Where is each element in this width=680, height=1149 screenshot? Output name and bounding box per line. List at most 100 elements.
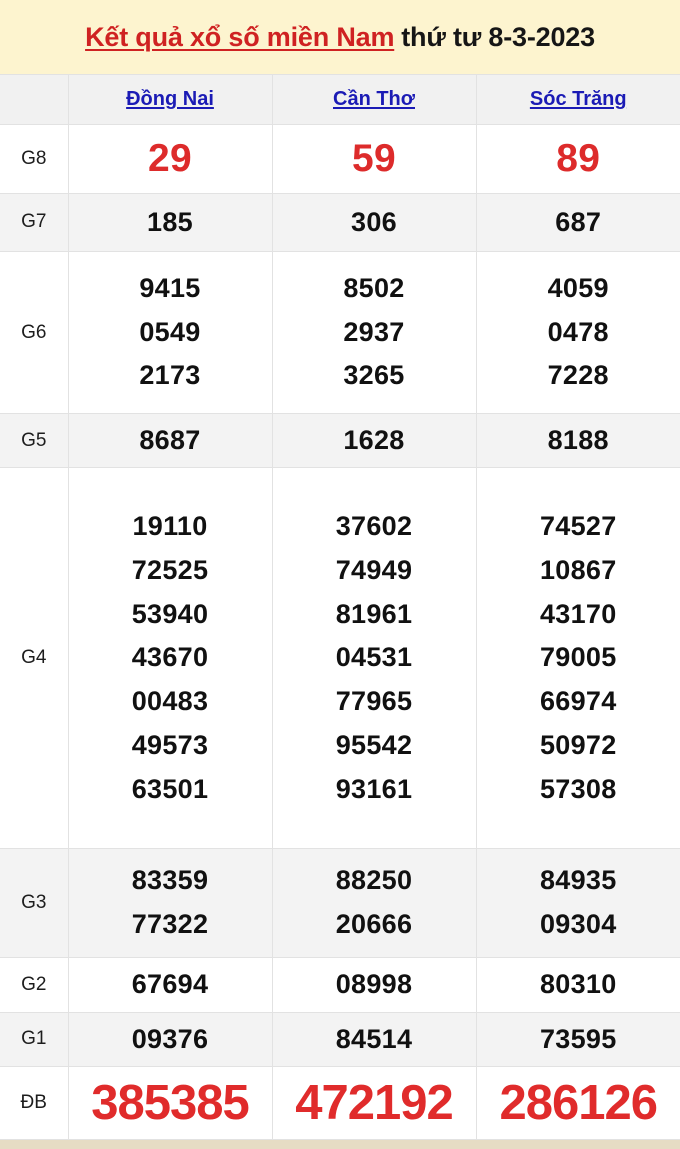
- prize-cell-g1-cantho: 84514: [271, 1011, 477, 1068]
- prize-number: 0478: [547, 316, 609, 347]
- prize-cell-g4-dongnai: 19110 72525 53940 43670 00483 49573 63501: [67, 467, 273, 850]
- prize-cell-g6-dongnai: 9415 0549 2173: [67, 251, 273, 414]
- prize-number: 3265: [343, 360, 405, 391]
- prize-number: 66974: [539, 686, 617, 717]
- prize-cell-g5-cantho: 1628: [271, 412, 477, 469]
- prize-number: 49573: [131, 729, 209, 760]
- page-title-date: thứ tư 8-3-2023: [401, 21, 595, 52]
- prize-number: 185: [147, 206, 193, 237]
- prize-cell-g3-soctrang: 84935 09304: [475, 848, 680, 959]
- prize-cell-g3-dongnai: 83359 77322: [67, 848, 273, 959]
- prize-number: 286126: [499, 1075, 658, 1130]
- prize-number: 73595: [539, 1023, 617, 1054]
- footer-strip: [0, 1140, 680, 1149]
- row-label-g5: G5: [0, 412, 69, 469]
- row-label-g8: G8: [0, 124, 69, 194]
- prize-cell-g3-cantho: 88250 20666: [271, 848, 477, 959]
- prize-number: 04531: [335, 642, 413, 673]
- column-header-province-1: Đồng Nai: [67, 74, 273, 125]
- prize-cell-g8-dongnai: 29: [67, 124, 273, 194]
- prize-number: 472192: [295, 1075, 454, 1130]
- table-row-g6: G6 9415 0549 2173 8502 2937 3265 4059 0478 722…: [0, 251, 680, 414]
- prize-number: 77965: [335, 686, 413, 717]
- prize-number: 93161: [335, 773, 413, 804]
- prize-number: 63501: [131, 773, 209, 804]
- row-label-db: ĐB: [0, 1066, 69, 1140]
- prize-number: 53940: [131, 598, 209, 629]
- prize-number: 8188: [547, 424, 609, 455]
- prize-number: 79005: [539, 642, 617, 673]
- prize-number: 59: [352, 137, 396, 181]
- prize-cell-db-soctrang: 286126: [475, 1066, 680, 1140]
- prize-number: 8502: [343, 272, 405, 303]
- prize-cell-g6-cantho: 8502 2937 3265: [271, 251, 477, 414]
- prize-number: 67694: [131, 969, 209, 1000]
- table-body: G8 29 59 89 G7 185 306 687 G6 9415 0549 21…: [0, 124, 680, 1140]
- prize-number: 9415: [139, 272, 201, 303]
- page-title: Kết quả xổ số miền Nam thứ tư 8-3-2023: [85, 22, 595, 53]
- province-link-1[interactable]: Đồng Nai: [126, 88, 214, 110]
- page-title-main[interactable]: Kết quả xổ số miền Nam: [85, 22, 394, 52]
- prize-number: 7228: [547, 360, 609, 391]
- prize-number: 687: [555, 206, 602, 237]
- prize-number: 74527: [539, 511, 617, 542]
- prize-number: 8687: [139, 424, 201, 455]
- prize-number: 95542: [335, 729, 413, 760]
- prize-number: 57308: [539, 773, 617, 804]
- prize-cell-g2-soctrang: 80310: [475, 957, 680, 1013]
- prize-cell-g5-soctrang: 8188: [475, 412, 680, 469]
- prize-cell-g4-cantho: 37602 74949 81961 04531 77965 95542 93161: [271, 467, 477, 850]
- prize-number: 09376: [131, 1023, 209, 1054]
- column-header-province-2: Cần Thơ: [271, 74, 477, 125]
- prize-number: 84514: [335, 1023, 413, 1054]
- prize-number: 88250: [335, 865, 413, 896]
- prize-number: 37602: [335, 511, 413, 542]
- row-label-g4: G4: [0, 467, 69, 850]
- prize-cell-g5-dongnai: 8687: [67, 412, 273, 469]
- prize-number: 0549: [139, 316, 201, 347]
- row-label-g1: G1: [0, 1011, 69, 1068]
- prize-number: 08998: [335, 969, 413, 1000]
- table-row-db: ĐB 385385 472192 286126: [0, 1066, 680, 1140]
- prize-cell-g8-soctrang: 89: [475, 124, 680, 194]
- table-row-g1: G1 09376 84514 73595: [0, 1011, 680, 1068]
- prize-number: 81961: [335, 598, 413, 629]
- column-header-province-3: Sóc Trăng: [475, 74, 680, 125]
- prize-cell-g7-cantho: 306: [271, 192, 477, 253]
- prize-number: 1628: [343, 424, 405, 455]
- province-link-2[interactable]: Cần Thơ: [333, 88, 415, 110]
- prize-number: 19110: [132, 511, 208, 542]
- table-row-g4: G4 19110 72525 53940 43670 00483 49573 63501 3…: [0, 467, 680, 850]
- prize-number: 306: [351, 206, 397, 237]
- lottery-results-page: Kết quả xổ số miền Nam thứ tư 8-3-2023 Đồ…: [0, 0, 680, 1149]
- prize-number: 385385: [91, 1075, 250, 1130]
- prize-number: 20666: [335, 909, 413, 940]
- lottery-results-table: Đồng Nai Cần Thơ Sóc Trăng G8 29 59 89 G…: [0, 74, 680, 1140]
- prize-cell-g1-dongnai: 09376: [67, 1011, 273, 1068]
- table-row-g3: G3 83359 77322 88250 20666 84935 09304: [0, 848, 680, 959]
- prize-number: 50972: [539, 729, 617, 760]
- prize-number: 10867: [539, 554, 617, 585]
- prize-number: 09304: [539, 909, 617, 940]
- prize-number: 72525: [131, 554, 209, 585]
- corner-cell: [0, 74, 69, 125]
- prize-number: 43170: [539, 598, 617, 629]
- table-row-g2: G2 67694 08998 80310: [0, 957, 680, 1013]
- prize-number: 2937: [343, 316, 405, 347]
- prize-number: 4059: [547, 272, 609, 303]
- prize-number: 29: [148, 137, 192, 181]
- table-row-g8: G8 29 59 89: [0, 124, 680, 194]
- prize-cell-g1-soctrang: 73595: [475, 1011, 680, 1068]
- row-label-g6: G6: [0, 251, 69, 414]
- prize-cell-db-dongnai: 385385: [67, 1066, 273, 1140]
- prize-number: 83359: [131, 865, 209, 896]
- prize-number: 2173: [139, 360, 201, 391]
- page-title-banner: Kết quả xổ số miền Nam thứ tư 8-3-2023: [0, 0, 680, 74]
- prize-cell-g2-dongnai: 67694: [67, 957, 273, 1013]
- prize-number: 77322: [131, 909, 209, 940]
- prize-number: 84935: [539, 865, 617, 896]
- table-row-g7: G7 185 306 687: [0, 192, 680, 253]
- prize-cell-g7-soctrang: 687: [475, 192, 680, 253]
- province-link-3[interactable]: Sóc Trăng: [530, 88, 627, 110]
- prize-number: 80310: [539, 969, 617, 1000]
